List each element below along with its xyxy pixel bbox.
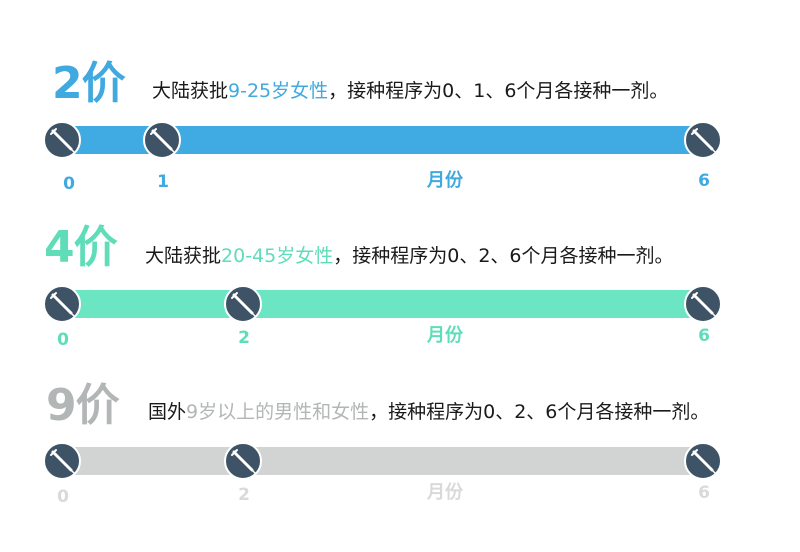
tick-label: 2: [238, 328, 250, 348]
axis-label: 月份: [427, 170, 463, 191]
schedule-bar: [62, 290, 704, 318]
description-highlight: 20-45岁女性: [221, 245, 334, 267]
axis-label: 月份: [427, 325, 463, 346]
vaccine-description: 国外9岁以上的男性和女性，接种程序为0、2、6个月各接种一剂。: [148, 403, 709, 422]
description-prefix: 国外: [148, 401, 187, 423]
tick-label: 6: [698, 326, 710, 346]
tick-label: 6: [698, 483, 710, 503]
syringe-icon: [43, 285, 81, 323]
tick-label: 0: [57, 330, 69, 350]
tick-label: 6: [698, 171, 710, 191]
valence-title: 9价: [46, 380, 120, 431]
tick-label: 2: [238, 485, 250, 505]
valence-title: 4价: [44, 222, 118, 273]
tick-label: 0: [57, 487, 69, 507]
syringe-icon: [224, 285, 262, 323]
syringe-icon: [684, 285, 722, 323]
axis-label: 月份: [427, 482, 463, 503]
description-highlight: 9岁以上的男性和女性: [186, 401, 370, 423]
vaccine-row-9-valent: 9价 国外9岁以上的男性和女性，接种程序为0、2、6个月各接种一剂。 0 2 月…: [0, 0, 800, 506]
schedule-bar: [62, 447, 704, 475]
vaccine-description: 大陆获批20-45岁女性，接种程序为0、2、6个月各接种一剂。: [145, 247, 674, 266]
syringe-icon: [224, 442, 262, 480]
tick-label: 0: [63, 174, 75, 194]
description-prefix: 大陆获批: [145, 245, 222, 267]
syringe-icon: [684, 442, 722, 480]
description-suffix: ，接种程序为0、2、6个月各接种一剂。: [369, 401, 710, 423]
tick-label: 1: [157, 172, 169, 192]
description-suffix: ，接种程序为0、2、6个月各接种一剂。: [333, 245, 674, 267]
syringe-icon: [43, 442, 81, 480]
